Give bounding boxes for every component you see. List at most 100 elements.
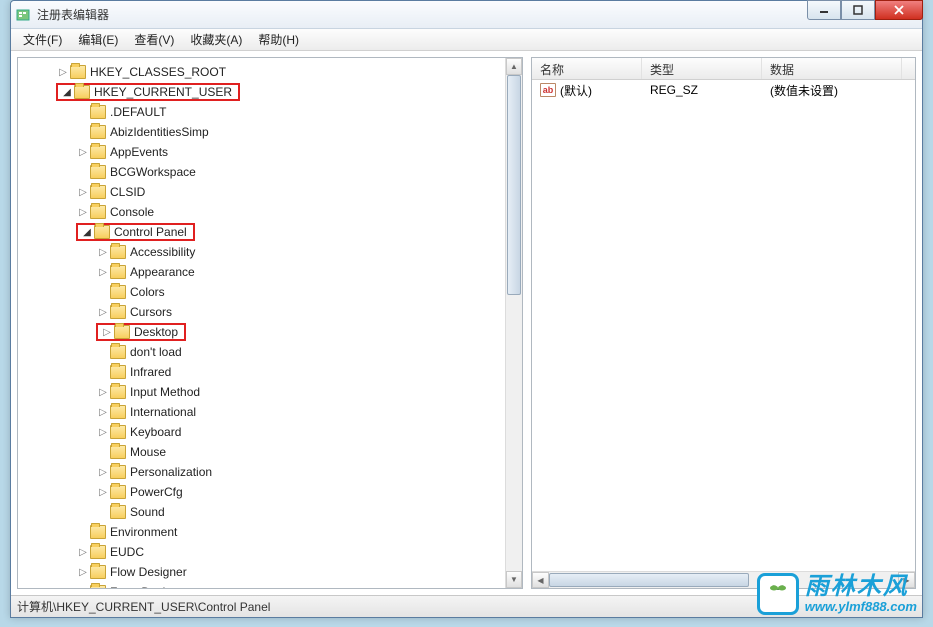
tree-label: Mouse [130,445,166,459]
scroll-left-arrow-icon[interactable]: ◀ [532,572,549,588]
twisty-closed-icon[interactable]: ▷ [96,307,110,318]
twisty-closed-icon[interactable]: ▷ [96,487,110,498]
tree-row[interactable]: ◢Control Panel [18,222,522,242]
list-row[interactable]: ab (默认) REG_SZ(数值未设置) [532,80,915,100]
tree-row[interactable]: ▷EUDC [18,542,522,562]
tree-row[interactable]: Colors [18,282,522,302]
tree-label: Personalization [130,465,212,479]
folder-icon [90,525,106,539]
tree-label: PowerCfg [130,485,183,499]
tree-row[interactable]: .DEFAULT [18,102,522,122]
folder-icon [110,245,126,259]
tree-row[interactable]: ◢HKEY_CURRENT_USER [18,82,522,102]
twisty-closed-icon[interactable]: ▷ [96,427,110,438]
twisty-closed-icon[interactable]: ▷ [96,467,110,478]
twisty-open-icon[interactable]: ◢ [80,227,94,238]
value-type: REG_SZ [642,83,762,97]
column-header[interactable]: 名称 [532,58,642,79]
twisty-closed-icon[interactable]: ▷ [76,147,90,158]
tree-label: Desktop [134,325,182,339]
tree-label: AppEvents [110,145,168,159]
twisty-closed-icon[interactable]: ▷ [76,587,90,590]
status-path: 计算机\HKEY_CURRENT_USER\Control Panel [17,598,270,615]
statusbar: 计算机\HKEY_CURRENT_USER\Control Panel [11,595,922,617]
menu-item[interactable]: 编辑(E) [70,29,126,50]
list-header: 名称类型数据 [532,58,915,80]
scroll-up-arrow-icon[interactable]: ▲ [506,58,522,75]
window-controls [807,0,923,20]
tree-row[interactable]: ▷Cursors [18,302,522,322]
value-data: (数值未设置) [762,82,902,99]
string-value-icon: ab [540,83,556,97]
tree-row[interactable]: ▷ HKEY_CLASSES_ROOT [18,62,522,82]
tree-row[interactable]: ▷ Accessibility [18,242,522,262]
tree-label: Flow Designer [110,565,187,579]
twisty-open-icon[interactable]: ◢ [60,87,74,98]
folder-icon [110,485,126,499]
column-header[interactable]: 数据 [762,58,902,79]
twisty-closed-icon[interactable]: ▷ [76,547,90,558]
tree-row[interactable]: ▷ Personalization [18,462,522,482]
tree-row[interactable]: BCGWorkspace [18,162,522,182]
scroll-track[interactable] [506,75,522,571]
tree-label: HKEY_CLASSES_ROOT [90,65,226,79]
twisty-closed-icon[interactable]: ▷ [96,387,110,398]
folder-icon [110,365,126,379]
folder-icon [114,325,130,339]
minimize-button[interactable] [807,0,841,20]
close-button[interactable] [875,0,923,20]
twisty-closed-icon[interactable]: ▷ [96,247,110,258]
folder-icon [90,105,106,119]
list-horizontal-scrollbar[interactable]: ◀ ▶ [532,571,915,588]
tree-row[interactable]: AbizIdentitiesSimp [18,122,522,142]
tree-vertical-scrollbar[interactable]: ▲ ▼ [505,58,522,588]
twisty-closed-icon[interactable]: ▷ [100,327,114,338]
tree-label: BCGWorkspace [110,165,196,179]
tree-row[interactable]: ▷Input Method [18,382,522,402]
twisty-closed-icon[interactable]: ▷ [96,407,110,418]
menu-item[interactable]: 收藏夹(A) [182,29,250,50]
twisty-closed-icon[interactable]: ▷ [56,67,70,78]
tree-pane[interactable]: ▷ HKEY_CLASSES_ROOT ◢HKEY_CURRENT_USER.DEF… [17,57,523,589]
titlebar[interactable]: 注册表编辑器 [11,1,922,29]
tree-row[interactable]: ▷ AppEvents [18,142,522,162]
tree-row[interactable]: ▷ Desktop [18,322,522,342]
tree-label: Infrared [130,365,171,379]
twisty-closed-icon[interactable]: ▷ [76,567,90,578]
maximize-button[interactable] [841,0,875,20]
tree-row[interactable]: don't load [18,342,522,362]
tree-row[interactable]: Mouse [18,442,522,462]
tree-row[interactable]: ▷ PowerCfg [18,482,522,502]
menu-item[interactable]: 帮助(H) [250,29,307,50]
menu-item[interactable]: 文件(F) [15,29,70,50]
folder-icon [110,385,126,399]
tree-row[interactable]: ▷CLSID [18,182,522,202]
tree-row[interactable]: Sound [18,502,522,522]
window-title: 注册表编辑器 [37,6,918,23]
scroll-down-arrow-icon[interactable]: ▼ [506,571,522,588]
tree-row[interactable]: ▷Console [18,202,522,222]
tree-label: Accessibility [130,245,195,259]
folder-icon [110,505,126,519]
twisty-closed-icon[interactable]: ▷ [76,187,90,198]
scroll-track[interactable] [549,572,898,588]
folder-icon [90,165,106,179]
menu-item[interactable]: 查看(V) [126,29,182,50]
scroll-thumb[interactable] [507,75,521,295]
folder-icon [110,405,126,419]
scroll-right-arrow-icon[interactable]: ▶ [898,572,915,588]
tree-label: Colors [130,285,165,299]
value-name: (默认) [560,82,592,99]
tree-row[interactable]: Infrared [18,362,522,382]
column-header[interactable]: 类型 [642,58,762,79]
scroll-thumb[interactable] [549,573,749,587]
twisty-closed-icon[interactable]: ▷ [76,207,90,218]
tree-row[interactable]: Environment [18,522,522,542]
tree-row[interactable]: ▷Keyboard [18,422,522,442]
tree-row[interactable]: ▷ Flow Designer [18,562,522,582]
tree-row[interactable]: ▷International [18,402,522,422]
tree-row[interactable]: ▷Appearance [18,262,522,282]
twisty-closed-icon[interactable]: ▷ [96,267,110,278]
list-body[interactable]: ab (默认) REG_SZ(数值未设置) [532,80,915,571]
tree-row[interactable]: ▷Form Designer [18,582,522,589]
